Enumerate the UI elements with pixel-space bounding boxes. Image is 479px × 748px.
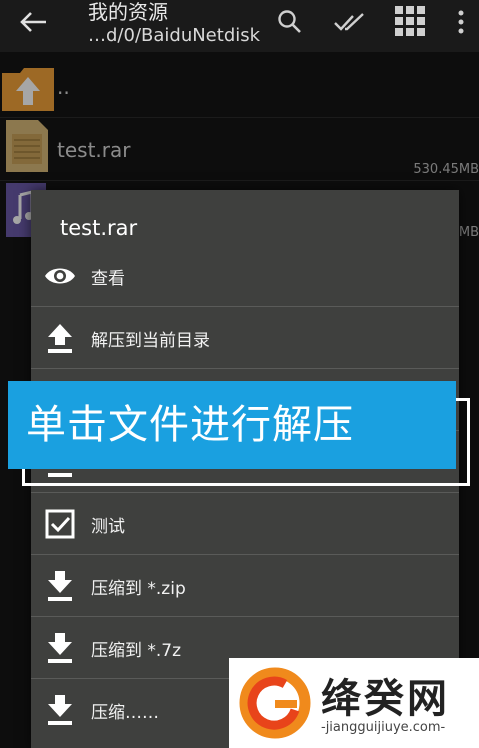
select-all-icon[interactable] bbox=[333, 8, 367, 36]
menu-item-label: 压缩到 *.zip bbox=[91, 579, 186, 599]
menu-item-label: 解压到当前目录 bbox=[91, 331, 210, 351]
download-arrow-icon bbox=[48, 571, 72, 601]
download-arrow-icon bbox=[48, 695, 72, 725]
menu-item-label: 查看 bbox=[91, 269, 125, 289]
more-options-icon[interactable] bbox=[453, 8, 469, 36]
dialog-title: test.rar bbox=[60, 216, 138, 240]
search-icon[interactable] bbox=[276, 8, 304, 36]
back-arrow-icon[interactable] bbox=[18, 10, 48, 34]
page-title: 我的资源 bbox=[88, 0, 168, 24]
download-arrow-icon bbox=[48, 633, 72, 663]
top-toolbar: 我的资源 …d/0/BaiduNetdisk bbox=[0, 0, 479, 52]
menu-item-label: 压缩…… bbox=[91, 703, 159, 723]
watermark-url: -jiangguijiuye.com- bbox=[321, 720, 446, 735]
current-path: …d/0/BaiduNetdisk bbox=[88, 25, 261, 46]
menu-item-compress-zip[interactable]: 压缩到 *.zip bbox=[31, 555, 459, 616]
tutorial-caption-banner: 单击文件进行解压 bbox=[8, 381, 456, 469]
menu-item-label: 压缩到 *.7z bbox=[91, 641, 182, 661]
checkbox-icon bbox=[45, 509, 75, 539]
watermark-name: 绛癸网 bbox=[321, 676, 450, 722]
menu-item-test[interactable]: 测试 bbox=[31, 493, 459, 554]
menu-item-extract-here[interactable]: 解压到当前目录 bbox=[31, 307, 459, 368]
eye-icon bbox=[45, 268, 75, 284]
upload-arrow-icon bbox=[48, 324, 72, 353]
menu-item-view[interactable]: 查看 bbox=[31, 245, 459, 306]
grid-view-icon[interactable] bbox=[393, 4, 427, 38]
menu-item-label: 测试 bbox=[91, 517, 125, 537]
site-watermark: 绛癸网 -jiangguijiuye.com- bbox=[229, 658, 479, 748]
watermark-logo-icon bbox=[239, 667, 311, 739]
